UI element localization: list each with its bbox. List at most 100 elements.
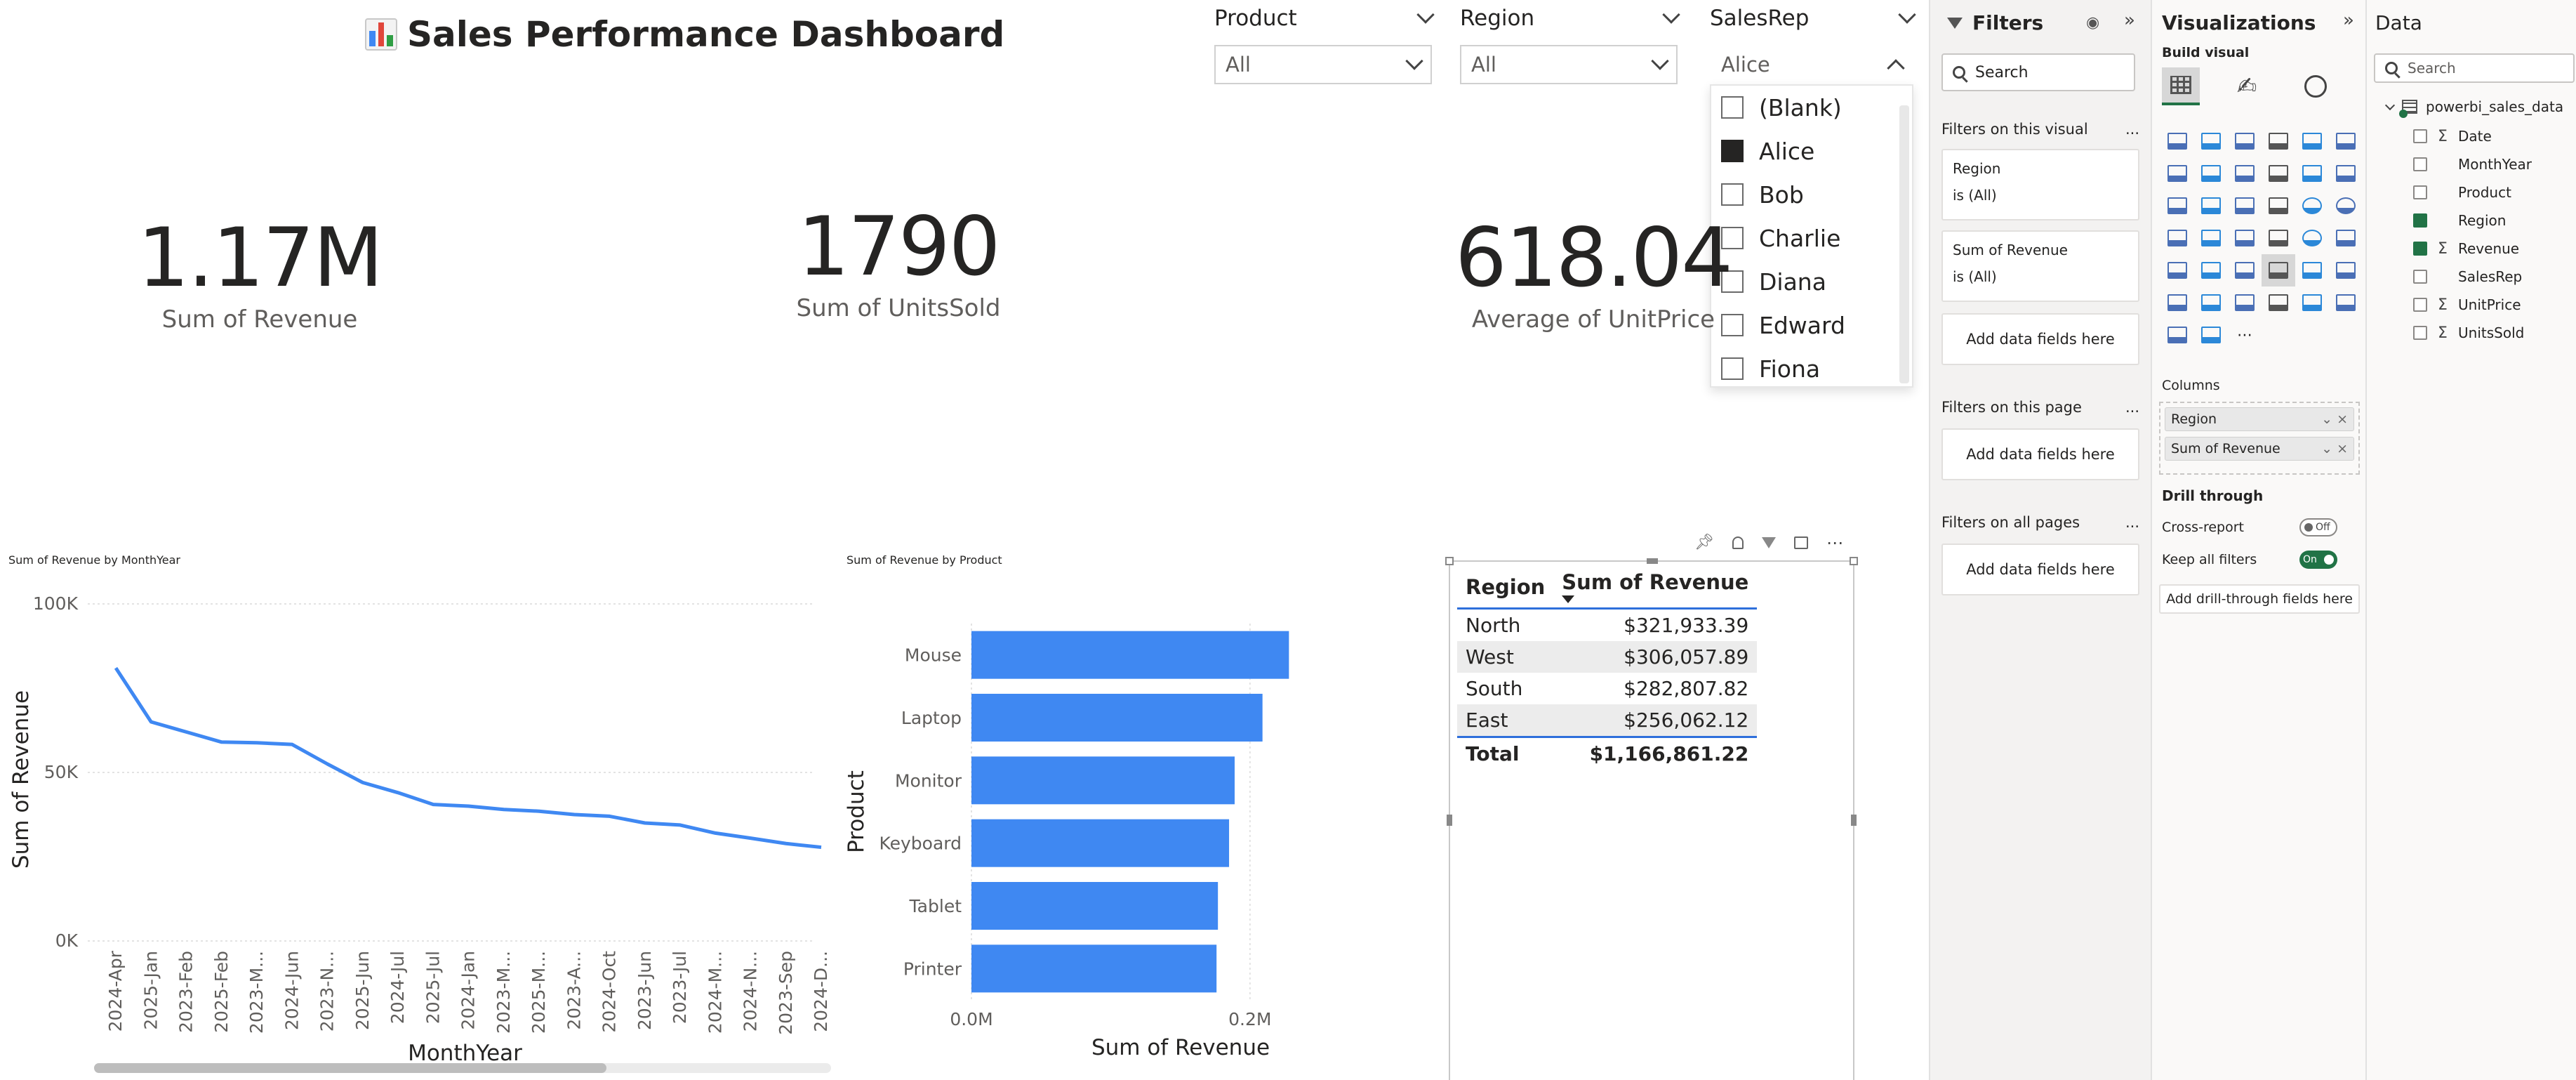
chevron-remove-icons[interactable]: ⌄ × [2321, 441, 2348, 456]
format-visual-tab[interactable]: ✍ [2231, 70, 2263, 103]
chevron-down-icon[interactable] [1662, 6, 1680, 24]
stacked-bar-icon[interactable] [2160, 125, 2194, 157]
chevron-remove-icons[interactable]: ⌄ × [2321, 411, 2348, 427]
line-stacked-icon[interactable] [2329, 157, 2363, 190]
more-visuals-icon[interactable]: ⋯ [2228, 319, 2262, 351]
table-icon[interactable] [2262, 254, 2295, 287]
checkbox[interactable] [2413, 185, 2427, 199]
power-automate-icon[interactable] [2329, 287, 2363, 319]
checkbox-checked[interactable] [1721, 140, 1744, 162]
100-column-icon[interactable] [2329, 125, 2363, 157]
line-chart[interactable]: 100K 50K 0K 2024-Apr 2025-Jan 2023-Feb 2025-Fe… [0, 583, 842, 1080]
resize-handle[interactable] [1850, 557, 1858, 565]
pin-icon[interactable]: 📌︎ [1694, 534, 1714, 551]
python-visual-icon[interactable] [2194, 319, 2228, 351]
field-item[interactable]: Σ Date [2413, 122, 2532, 150]
clustered-column-icon[interactable] [2262, 125, 2295, 157]
add-all-pages-filter-field[interactable]: Add data fields here [1941, 544, 2139, 595]
analytics-tab[interactable] [2299, 70, 2332, 103]
bell-icon[interactable] [1732, 536, 1744, 549]
filter-icon[interactable] [1761, 536, 1776, 548]
line-chart-icon[interactable] [2160, 157, 2194, 190]
checkbox[interactable] [2413, 270, 2427, 284]
add-drill-through-field[interactable]: Add drill-through fields here [2159, 584, 2360, 614]
scatter-icon[interactable] [2262, 190, 2295, 222]
field-item[interactable]: Σ UnitPrice [2413, 291, 2532, 319]
salesrep-option[interactable]: Fiona [1711, 347, 1912, 390]
waterfall-icon[interactable] [2194, 190, 2228, 222]
chevron-down-icon[interactable] [1898, 6, 1916, 24]
bar-printer[interactable] [971, 944, 1217, 993]
product-dropdown[interactable]: All [1214, 45, 1432, 84]
funnel-icon[interactable] [2228, 190, 2262, 222]
checkbox-checked[interactable] [2413, 242, 2427, 256]
azure-map-icon[interactable] [2262, 222, 2295, 254]
more-options-icon[interactable]: ... [2125, 399, 2139, 416]
column-header-sum-of-revenue[interactable]: Sum of Revenue [1553, 566, 1758, 610]
paginated-icon[interactable] [2262, 287, 2295, 319]
filters-search-input[interactable]: Search [1941, 53, 2135, 91]
filled-map-icon[interactable] [2228, 222, 2262, 254]
checkbox[interactable] [1721, 357, 1744, 380]
more-options-icon[interactable]: ... [2125, 121, 2139, 138]
checkbox[interactable] [2413, 129, 2427, 143]
keep-all-filters-toggle[interactable]: On [2299, 551, 2337, 569]
add-visual-filter-field[interactable]: Add data fields here [1941, 313, 2139, 365]
ribbon-chart-icon[interactable] [2262, 157, 2295, 190]
line-chart-scrollbar[interactable] [94, 1063, 831, 1073]
checkbox[interactable] [2413, 157, 2427, 171]
field-item[interactable]: MonthYear [2413, 150, 2532, 178]
treemap-icon[interactable] [2160, 222, 2194, 254]
line-column-icon[interactable] [2295, 157, 2329, 190]
ribbon-icon[interactable] [2160, 190, 2194, 222]
scrollbar-thumb[interactable] [94, 1063, 606, 1073]
table-row[interactable]: North $321,933.39 [1457, 609, 1757, 642]
checkbox[interactable] [1721, 96, 1744, 119]
revenue-series-line[interactable] [114, 666, 822, 850]
bar-mouse[interactable] [971, 631, 1289, 679]
clustered-bar-icon[interactable] [2228, 125, 2262, 157]
collapse-pane-icon[interactable]: » [2124, 10, 2135, 31]
matrix-icon[interactable] [2295, 254, 2329, 287]
field-item[interactable]: Product [2413, 178, 2532, 206]
bar-tablet[interactable] [971, 882, 1219, 930]
columns-well[interactable]: Region ⌄ × Sum of Revenue ⌄ × [2159, 402, 2360, 475]
chevron-down-icon[interactable] [2384, 100, 2396, 111]
column-well-region[interactable]: Region ⌄ × [2165, 407, 2354, 431]
resize-handle[interactable] [1447, 815, 1452, 826]
column-well-sum-of-revenue[interactable]: Sum of Revenue ⌄ × [2165, 437, 2354, 461]
filter-card-sum-of-revenue[interactable]: Sum of Revenue is (All) [1941, 230, 2139, 302]
100-bar-icon[interactable] [2295, 125, 2329, 157]
field-item[interactable]: SalesRep [2413, 263, 2532, 291]
data-table-node[interactable]: powerbi_sales_data [2384, 93, 2563, 121]
checkbox[interactable] [2413, 298, 2427, 312]
decomposition-tree-icon[interactable] [2160, 287, 2194, 319]
resize-handle[interactable] [1647, 558, 1658, 564]
table-row[interactable]: South $282,807.82 [1457, 673, 1757, 704]
cross-report-toggle[interactable]: Off [2299, 518, 2337, 536]
checkbox[interactable] [1721, 183, 1744, 206]
resize-handle[interactable] [1851, 815, 1857, 826]
donut-icon[interactable] [2329, 190, 2363, 222]
area-chart-icon[interactable] [2194, 157, 2228, 190]
bar-chart[interactable]: Mouse Laptop Monitor Keyboard Tablet Printer 0… [835, 583, 1341, 1080]
table-row[interactable]: West $306,057.89 [1457, 641, 1758, 673]
build-visual-tab[interactable] [2162, 67, 2200, 105]
more-options-icon[interactable]: ... [2125, 514, 2139, 531]
salesrep-dropdown[interactable]: Alice [1710, 45, 1913, 84]
salesrep-option[interactable]: Alice [1711, 129, 1912, 173]
resize-handle[interactable] [1445, 557, 1454, 565]
power-apps-icon[interactable] [2295, 287, 2329, 319]
table-visual[interactable]: Region Sum of Revenue North $321,933.39 We… [1445, 557, 1858, 1080]
field-item[interactable]: Σ UnitsSold [2413, 319, 2532, 347]
eye-icon[interactable]: ◉ [2086, 14, 2099, 32]
collapse-pane-icon[interactable]: » [2343, 10, 2354, 31]
more-options-icon[interactable]: ⋯ [1826, 534, 1843, 551]
salesrep-option[interactable]: Bob [1711, 173, 1912, 216]
gauge-icon[interactable] [2295, 222, 2329, 254]
map-icon[interactable] [2194, 222, 2228, 254]
table-row[interactable]: East $256,062.12 [1457, 704, 1758, 737]
field-item[interactable]: Σ Revenue [2413, 235, 2532, 263]
multirow-card-icon[interactable] [2160, 254, 2194, 287]
data-search-input[interactable]: Search [2374, 53, 2575, 83]
